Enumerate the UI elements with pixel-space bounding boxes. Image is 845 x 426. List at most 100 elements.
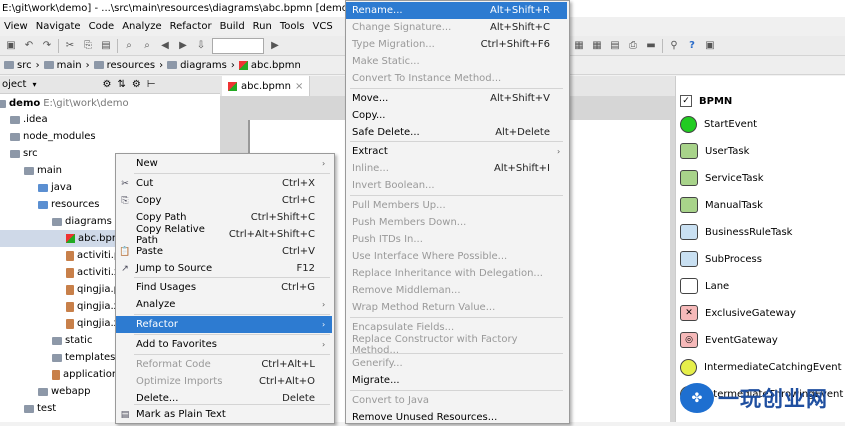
menu-analyze[interactable]: Analyze — [118, 21, 165, 32]
undo-icon[interactable]: ↶ — [22, 39, 36, 53]
close-icon[interactable]: × — [295, 81, 303, 92]
refactor-item-convert-to-java[interactable]: Convert to Java — [346, 392, 567, 409]
find-icon[interactable]: ⌕ — [122, 39, 136, 53]
palette-exclusivegateway[interactable]: ✕ ExclusiveGateway — [680, 302, 796, 324]
table-icon[interactable]: ▤ — [608, 39, 622, 53]
palette-businessruletask[interactable]: BusinessRuleTask — [680, 221, 792, 243]
help-icon[interactable]: ? — [685, 39, 699, 53]
menu-build[interactable]: Build — [216, 21, 249, 32]
open-icon[interactable]: ▣ — [4, 39, 18, 53]
redo-icon[interactable]: ↷ — [40, 39, 54, 53]
tree-item[interactable]: java — [38, 179, 72, 196]
tree-item[interactable]: activiti.p — [66, 247, 120, 264]
breadcrumb-main[interactable]: main — [43, 60, 82, 71]
print-icon[interactable]: ⎙ — [626, 39, 640, 53]
menu-navigate[interactable]: Navigate — [32, 21, 85, 32]
user-icon[interactable]: ⚲ — [667, 39, 681, 53]
tree-item[interactable]: activiti.x — [66, 264, 120, 281]
context-item-copy-relative-path[interactable]: Copy Relative Path Ctrl+Alt+Shift+C — [116, 224, 332, 246]
project-panel-title[interactable]: oject — [2, 79, 26, 90]
breadcrumb-diagrams[interactable]: diagrams — [167, 60, 227, 71]
context-item-jump-to-source[interactable]: ↗ Jump to Source F12 — [116, 260, 332, 277]
refactor-item-safe-delete[interactable]: Safe Delete... Alt+Delete — [346, 124, 567, 141]
run-config-dropdown[interactable] — [212, 37, 264, 54]
refactor-item-extract[interactable]: Extract › — [346, 143, 567, 160]
refactor-item-replace-constructor-with-factory-method[interactable]: Replace Constructor with Factory Method.… — [346, 334, 567, 356]
refactor-item-push-itds-in[interactable]: Push ITDs In... — [346, 231, 567, 248]
menu-run[interactable]: Run — [249, 21, 276, 32]
tree-item[interactable]: demo E:\git\work\demo — [0, 95, 129, 112]
refactor-item-rename[interactable]: Rename... Alt+Shift+R — [346, 2, 567, 19]
context-item-reformat-code[interactable]: Reformat Code Ctrl+Alt+L — [116, 356, 332, 373]
context-item-optimize-imports[interactable]: Optimize Imports Ctrl+Alt+O — [116, 373, 332, 390]
refactor-item-use-interface-where-possible[interactable]: Use Interface Where Possible... — [346, 248, 567, 265]
settings-icon[interactable]: ⚙ — [102, 79, 111, 90]
forward-icon[interactable]: ▶ — [176, 39, 190, 53]
grid-icon[interactable]: ▦ — [590, 39, 604, 53]
breadcrumb-resources[interactable]: resources — [93, 60, 155, 71]
refactor-item-remove-middleman[interactable]: Remove Middleman... — [346, 282, 567, 299]
refactor-item-generify[interactable]: Generify... — [346, 355, 567, 372]
tree-item[interactable]: qingjia.x — [66, 298, 120, 315]
tree-item[interactable]: static — [52, 332, 92, 349]
context-item-find-usages[interactable]: Find Usages Ctrl+G — [116, 279, 332, 296]
context-item-refactor[interactable]: Refactor › — [116, 316, 332, 333]
breadcrumb-src[interactable]: src — [4, 60, 32, 71]
cut-icon[interactable]: ✂ — [63, 39, 77, 53]
checkbox-icon[interactable]: ✓ — [680, 95, 692, 107]
palette-header[interactable]: ✓ BPMN — [680, 92, 732, 110]
replace-icon[interactable]: ⌕ — [140, 39, 154, 53]
project-structure-icon[interactable]: ▣ — [703, 39, 717, 53]
run-icon[interactable]: ▶ — [268, 39, 282, 53]
refactor-item-push-members-down[interactable]: Push Members Down... — [346, 214, 567, 231]
palette-subprocess[interactable]: SubProcess — [680, 248, 762, 270]
gear-icon[interactable]: ⚙ — [132, 79, 141, 90]
context-item-new[interactable]: New › — [116, 155, 332, 172]
palette-manualtask[interactable]: ManualTask — [680, 194, 763, 216]
context-item-paste[interactable]: 📋 Paste Ctrl+V — [116, 243, 332, 260]
refactor-item-remove-unused-resources[interactable]: Remove Unused Resources... — [346, 409, 567, 426]
context-item-mark-as-plain-text[interactable]: ▤ Mark as Plain Text — [116, 406, 332, 423]
tree-item[interactable]: qingjia.p — [66, 281, 120, 298]
palette-lane[interactable]: Lane — [680, 275, 729, 297]
hide-icon[interactable]: ⊢ — [147, 79, 156, 90]
context-item-copy[interactable]: ⎘ Copy Ctrl+C — [116, 192, 332, 209]
menu-tools[interactable]: Tools — [276, 21, 309, 32]
refactor-item-convert-to-instance-method[interactable]: Convert To Instance Method... — [346, 70, 567, 87]
palette-eventgateway[interactable]: ◎ EventGateway — [680, 329, 778, 351]
tree-item[interactable]: application. — [52, 366, 121, 383]
palette-startevent[interactable]: StartEvent — [680, 113, 757, 135]
dropdown-icon[interactable]: ▾ — [32, 80, 36, 89]
fit-icon[interactable]: ▦ — [572, 39, 586, 53]
tree-item[interactable]: templates — [52, 349, 115, 366]
context-item-analyze[interactable]: Analyze › — [116, 296, 332, 313]
menu-refactor[interactable]: Refactor — [166, 21, 216, 32]
refactor-item-move[interactable]: Move... Alt+Shift+V — [346, 90, 567, 107]
paste-icon[interactable]: ▤ — [99, 39, 113, 53]
refactor-item-pull-members-up[interactable]: Pull Members Up... — [346, 197, 567, 214]
context-item-cut[interactable]: ✂ Cut Ctrl+X — [116, 175, 332, 192]
refactor-item-replace-inheritance-with-delegation[interactable]: Replace Inheritance with Delegation... — [346, 265, 567, 282]
back-icon[interactable]: ◀ — [158, 39, 172, 53]
tree-item[interactable]: src — [10, 145, 38, 162]
tree-item[interactable]: test — [24, 400, 56, 417]
breadcrumb-file[interactable]: abc.bpmn — [238, 60, 301, 71]
tree-item[interactable]: node_modules — [10, 128, 96, 145]
db-icon[interactable]: ▬ — [644, 39, 658, 53]
build-icon[interactable]: ⇩ — [194, 39, 208, 53]
copy-icon[interactable]: ⎘ — [81, 39, 95, 53]
refactor-item-change-signature[interactable]: Change Signature... Alt+Shift+C — [346, 19, 567, 36]
tree-item[interactable]: diagrams — [52, 213, 112, 230]
palette-intermediatecatchingevent[interactable]: IntermediateCatchingEvent — [680, 356, 842, 378]
refactor-item-inline[interactable]: Inline... Alt+Shift+I — [346, 160, 567, 177]
tree-item[interactable]: webapp — [38, 383, 91, 400]
tree-item[interactable]: resources — [38, 196, 99, 213]
refactor-item-type-migration[interactable]: Type Migration... Ctrl+Shift+F6 — [346, 36, 567, 53]
collapse-icon[interactable]: ⇅ — [117, 79, 125, 90]
palette-usertask[interactable]: UserTask — [680, 140, 749, 162]
menu-code[interactable]: Code — [85, 21, 119, 32]
refactor-item-invert-boolean[interactable]: Invert Boolean... — [346, 177, 567, 194]
palette-servicetask[interactable]: ServiceTask — [680, 167, 764, 189]
tree-item[interactable]: qingjia.x — [66, 315, 120, 332]
refactor-item-wrap-method-return-value[interactable]: Wrap Method Return Value... — [346, 299, 567, 316]
